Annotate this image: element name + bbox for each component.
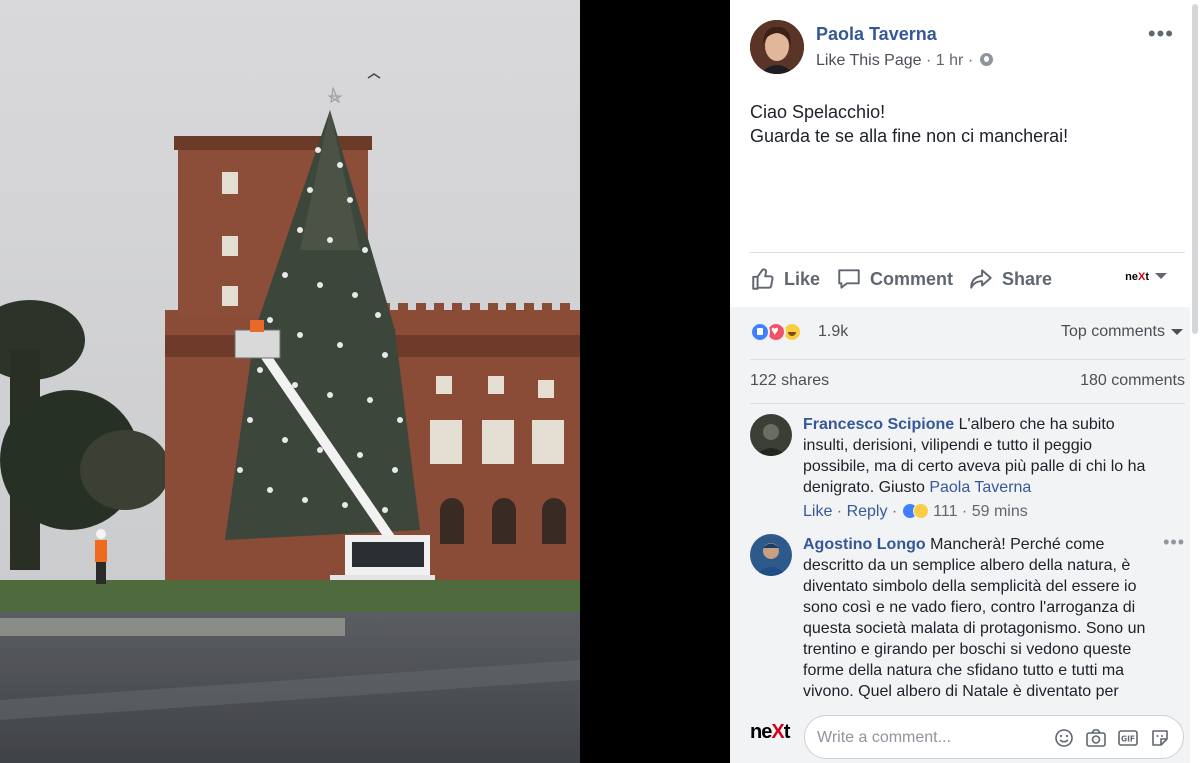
share-button[interactable]: Share [968,264,1052,294]
svg-text:GIF: GIF [1121,735,1135,744]
post-meta: Like This Page · 1 hr · [816,52,993,70]
reaction-count[interactable]: 1.9k [818,323,848,341]
divider [750,403,1185,404]
divider [750,252,1185,253]
post-panel: Paola Taverna Like This Page · 1 hr · ••… [730,0,1200,763]
divider [750,359,1185,360]
post-header: Paola Taverna Like This Page · 1 hr · ••… [750,20,1180,74]
author-avatar[interactable] [750,20,804,74]
comment-sort-dropdown[interactable]: Top comments [1061,323,1183,341]
composer-icons: GIF [1053,727,1171,749]
composer-page-logo[interactable]: neXt [750,721,791,744]
post-actions: Like Comment Share neXt [750,264,1185,294]
emoji-icon[interactable] [1053,727,1075,749]
comment-time[interactable]: 59 mins [972,503,1028,520]
meta-separator: · [967,52,974,69]
comment-button[interactable]: Comment [836,264,953,294]
comment-composer: neXt GIF [750,715,1190,761]
comment-input[interactable] [817,726,1037,750]
comment-reply-button[interactable]: Reply [847,503,888,520]
author-name[interactable]: Paola Taverna [816,24,937,45]
haha-reaction-icon [912,503,929,519]
comment-reaction-count[interactable]: 111 [933,503,957,520]
post-time[interactable]: 1 hr [936,52,964,69]
comment-like-button[interactable]: Like [803,503,832,520]
scrollbar[interactable] [1190,0,1200,763]
comment-item: Francesco Scipione L'albero che ha subit… [750,414,1165,524]
composer-logo-x: X [771,721,784,743]
like-page-link[interactable]: Like This Page [816,52,922,69]
comment-actions: Like · Reply · 111 · 59 mins [803,503,1028,520]
mention-link[interactable]: Paola Taverna [929,479,1031,496]
commenter-name[interactable]: Agostino Longo [803,536,926,553]
comment-input-box[interactable]: GIF [804,715,1184,759]
post-text: Ciao Spelacchio! Guarda te se alla fine … [750,100,1170,148]
page-logo-text: ne [1125,271,1138,283]
comment-label: Comment [870,268,954,289]
share-icon [970,269,992,289]
comments-count[interactable]: 180 comments [1080,372,1185,390]
commenter-avatar[interactable] [750,414,792,456]
thumbs-up-icon [752,268,774,290]
commenter-avatar[interactable] [750,534,792,576]
globe-icon [979,53,993,66]
post-text-line: Guarda te se alla fine non ci mancherai! [750,126,1069,146]
comment-options-icon[interactable]: ••• [1163,532,1185,553]
composer-logo-text: ne [750,721,772,743]
like-reaction-icon[interactable] [750,322,770,342]
comment-text: Mancherà! Perché come descritto da un se… [803,536,1146,700]
chevron-down-icon [1171,329,1183,335]
meta-separator: · [926,52,932,69]
sticker-icon[interactable] [1149,727,1171,749]
reactions-row: 1.9k Top comments [750,320,1185,346]
comment-sort-label: Top comments [1060,323,1165,340]
christmas-tree-photo [0,0,580,763]
chevron-down-icon [1155,273,1167,279]
share-label: Share [1002,268,1053,289]
post-stats: 122 shares 180 comments [750,372,1185,394]
post-text-line: Ciao Spelacchio! [750,102,886,122]
comment-body: Agostino Longo Mancherà! Perché come des… [803,534,1163,702]
comment-item: Agostino Longo Mancherà! Perché come des… [750,532,1184,704]
page-logo-text: t [1145,271,1149,283]
comment-body: Francesco Scipione L'albero che ha subit… [803,414,1163,522]
gif-icon[interactable]: GIF [1117,727,1139,749]
like-label: Like [784,268,821,289]
composer-logo-text: t [783,721,791,743]
scrollbar-thumb[interactable] [1192,4,1198,334]
like-button[interactable]: Like [750,264,820,294]
camera-icon[interactable] [1085,727,1107,749]
more-options-icon[interactable]: ••• [1148,23,1174,45]
photo-letterbox [580,0,730,763]
post-photo[interactable] [0,0,580,763]
page-selector[interactable]: neXt [1125,271,1167,283]
commenter-name[interactable]: Francesco Scipione [803,416,954,433]
shares-count[interactable]: 122 shares [750,372,829,390]
comment-icon [838,269,860,289]
